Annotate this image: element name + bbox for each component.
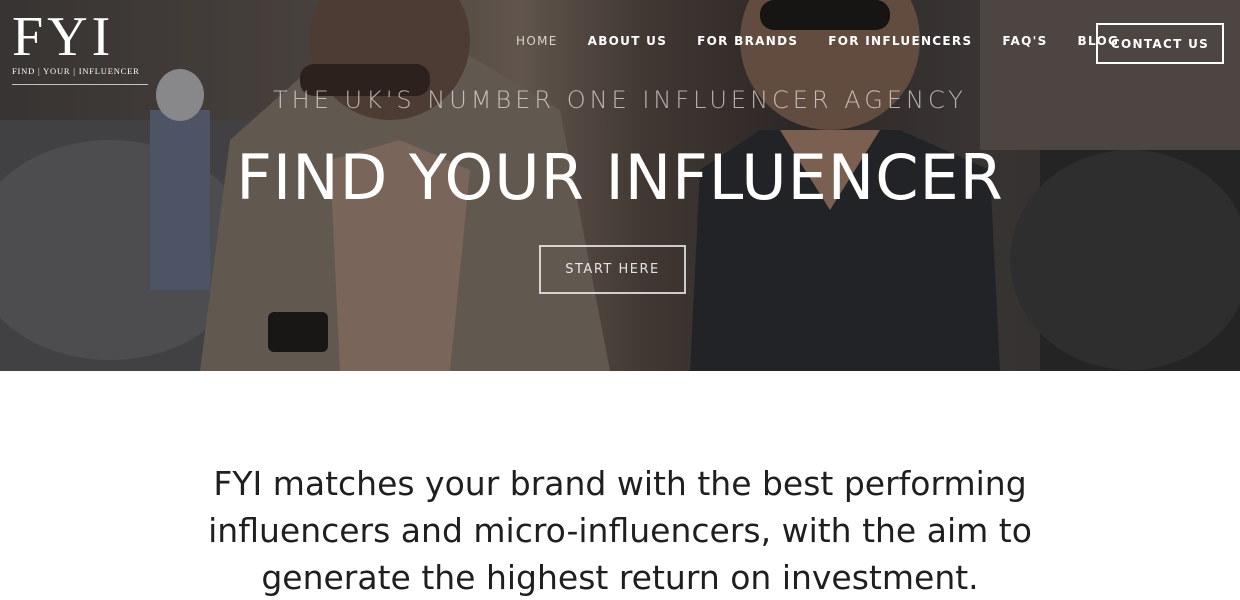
logo-mark: FYI <box>12 6 115 68</box>
site-logo[interactable]: FYI FIND | YOUR | INFLUENCER <box>12 6 152 85</box>
nav-faqs[interactable]: FAQ'S <box>1002 34 1047 48</box>
hero-kicker: THE UK'S NUMBER ONE INFLUENCER AGENCY <box>273 86 967 114</box>
nav-about-us[interactable]: ABOUT US <box>588 34 668 48</box>
main-nav: HOME ABOUT US FOR BRANDS FOR INFLUENCERS… <box>516 34 1149 48</box>
hero-title: FIND YOUR INFLUENCER <box>236 141 1004 214</box>
logo-divider <box>12 84 148 85</box>
nav-for-brands[interactable]: FOR BRANDS <box>697 34 798 48</box>
hero-banner: FYI FIND | YOUR | INFLUENCER HOME ABOUT … <box>0 0 1240 371</box>
start-here-button[interactable]: START HERE <box>539 245 686 294</box>
intro-paragraph: FYI matches your brand with the best per… <box>208 464 1032 597</box>
nav-home[interactable]: HOME <box>516 34 558 48</box>
logo-tagline: FIND | YOUR | INFLUENCER <box>12 66 140 76</box>
nav-for-influencers[interactable]: FOR INFLUENCERS <box>828 34 972 48</box>
contact-us-button[interactable]: CONTACT US <box>1096 23 1224 64</box>
